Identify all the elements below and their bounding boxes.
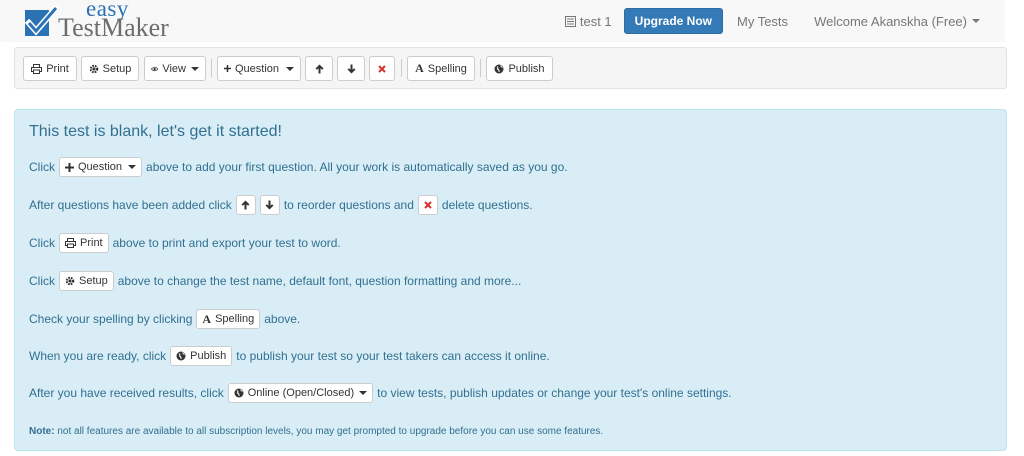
- my-tests-link[interactable]: My Tests: [737, 14, 788, 29]
- delete-question-button[interactable]: [369, 56, 395, 81]
- arrow-down-icon: [347, 64, 355, 73]
- plus-icon: [65, 162, 74, 172]
- spelling-button[interactable]: A Spelling: [407, 56, 475, 81]
- inline-spelling-button[interactable]: A Spelling: [196, 309, 261, 329]
- inline-move-down-button[interactable]: [259, 195, 280, 215]
- question-dropdown-button[interactable]: Question: [217, 56, 301, 81]
- publish-button[interactable]: Publish: [486, 56, 553, 81]
- font-icon: A: [415, 61, 424, 75]
- inline-spelling-label: Spelling: [215, 313, 255, 325]
- checkmark-logo-icon: [24, 6, 58, 36]
- instruction-text: Click: [29, 236, 55, 250]
- current-test-indicator[interactable]: test 1: [564, 13, 612, 29]
- note-label: Note:: [29, 426, 55, 437]
- current-test-name: test 1: [579, 13, 612, 29]
- print-button[interactable]: Print: [23, 56, 77, 81]
- instruction-text: to reorder questions and: [283, 198, 414, 212]
- toolbar-divider: [480, 59, 481, 77]
- instruction-text: above to print and export your test to w…: [112, 236, 341, 250]
- setup-label: Setup: [102, 62, 132, 75]
- inline-delete-button[interactable]: [417, 195, 438, 215]
- instruction-text: When you are ready, click: [29, 349, 167, 363]
- toolbar-divider: [401, 59, 402, 77]
- instruction-online-status: After you have received results, click O…: [29, 382, 732, 404]
- list-icon: [564, 15, 576, 27]
- arrow-up-icon: [241, 200, 250, 210]
- gear-icon: [65, 276, 75, 286]
- inline-question-button[interactable]: Question: [59, 157, 143, 177]
- instruction-text: above.: [264, 312, 301, 326]
- inline-move-up-button[interactable]: [235, 195, 256, 215]
- instruction-text: After you have received results, click: [29, 386, 224, 400]
- instruction-spelling: Check your spelling by clicking A Spelli…: [29, 308, 300, 330]
- inline-publish-label: Publish: [190, 350, 227, 362]
- user-menu-dropdown[interactable]: Welcome Akanskha (Free): [814, 14, 980, 29]
- setup-button[interactable]: Setup: [81, 56, 139, 81]
- instruction-text: Click: [29, 274, 55, 288]
- spelling-label: Spelling: [427, 62, 467, 75]
- inline-print-label: Print: [80, 237, 103, 249]
- move-up-button[interactable]: [305, 56, 333, 81]
- question-label: Question: [234, 62, 279, 75]
- view-label: View: [162, 62, 186, 75]
- caret-down-icon: [972, 19, 980, 23]
- eye-icon: [151, 66, 159, 71]
- close-icon: [424, 201, 432, 209]
- nav-right-group: test 1 Upgrade Now My Tests Welcome Akan…: [564, 8, 980, 34]
- move-down-button[interactable]: [337, 56, 365, 81]
- publish-label: Publish: [508, 62, 545, 75]
- instruction-text: to view tests, publish updates or change…: [377, 386, 732, 400]
- inline-publish-button[interactable]: Publish: [170, 346, 233, 366]
- print-label: Print: [46, 62, 69, 75]
- caret-down-icon: [286, 66, 294, 71]
- instruction-add-question: Click Question above to add your first q…: [29, 156, 568, 178]
- instruction-publish: When you are ready, click Publish to pub…: [29, 345, 550, 367]
- globe-icon: [494, 64, 504, 73]
- globe-icon: [234, 388, 244, 398]
- caret-down-icon: [191, 66, 199, 71]
- inline-setup-label: Setup: [79, 275, 108, 287]
- inline-online-status-label: Online (Open/Closed): [247, 387, 355, 399]
- inline-online-status-dropdown[interactable]: Online (Open/Closed): [227, 383, 374, 403]
- font-icon: A: [202, 311, 212, 326]
- close-icon: [378, 64, 386, 73]
- subscription-note: Note: not all features are available to …: [29, 426, 603, 437]
- note-text: not all features are available to all su…: [57, 426, 604, 437]
- caret-down-icon: [359, 391, 368, 395]
- instruction-text: Check your spelling by clicking: [29, 312, 193, 326]
- instruction-text: above to add your first question. All yo…: [146, 160, 568, 174]
- panel-title: This test is blank, let's get it started…: [29, 123, 282, 140]
- instruction-print: Click Print above to print and export yo…: [29, 232, 341, 254]
- instruction-text: to publish your test so your test takers…: [236, 349, 550, 363]
- caret-down-icon: [128, 165, 137, 169]
- view-dropdown-button[interactable]: View: [144, 56, 206, 81]
- inline-print-button[interactable]: Print: [59, 233, 109, 253]
- easytestmaker-logo[interactable]: easy TestMaker: [24, 0, 194, 42]
- instruction-setup: Click Setup above to change the test nam…: [29, 270, 521, 292]
- globe-icon: [176, 351, 186, 361]
- top-navbar: easy TestMaker test 1 Upgrade Now My Tes…: [0, 0, 1005, 42]
- arrow-up-icon: [315, 64, 323, 73]
- print-icon: [31, 63, 43, 74]
- gear-icon: [89, 64, 98, 73]
- welcome-label: Welcome Akanskha (Free): [814, 13, 967, 29]
- toolbar-divider: [211, 59, 212, 77]
- blank-test-info-panel: This test is blank, let's get it started…: [14, 109, 1007, 451]
- arrow-down-icon: [265, 200, 274, 210]
- instruction-text: After questions have been added click: [29, 198, 232, 212]
- plus-icon: [224, 65, 231, 72]
- instruction-text: delete questions.: [441, 198, 533, 212]
- print-icon: [65, 238, 76, 248]
- upgrade-now-button[interactable]: Upgrade Now: [623, 8, 723, 34]
- inline-question-label: Question: [78, 161, 123, 173]
- logo-text-testmaker: TestMaker: [58, 13, 169, 42]
- instruction-text: above to change the test name, default f…: [117, 274, 522, 288]
- editor-toolbar: Print Setup View Question A Spelling Pub…: [14, 47, 1007, 89]
- instruction-text: Click: [29, 160, 55, 174]
- inline-setup-button[interactable]: Setup: [59, 271, 114, 291]
- instruction-reorder-delete: After questions have been added click to…: [29, 194, 533, 216]
